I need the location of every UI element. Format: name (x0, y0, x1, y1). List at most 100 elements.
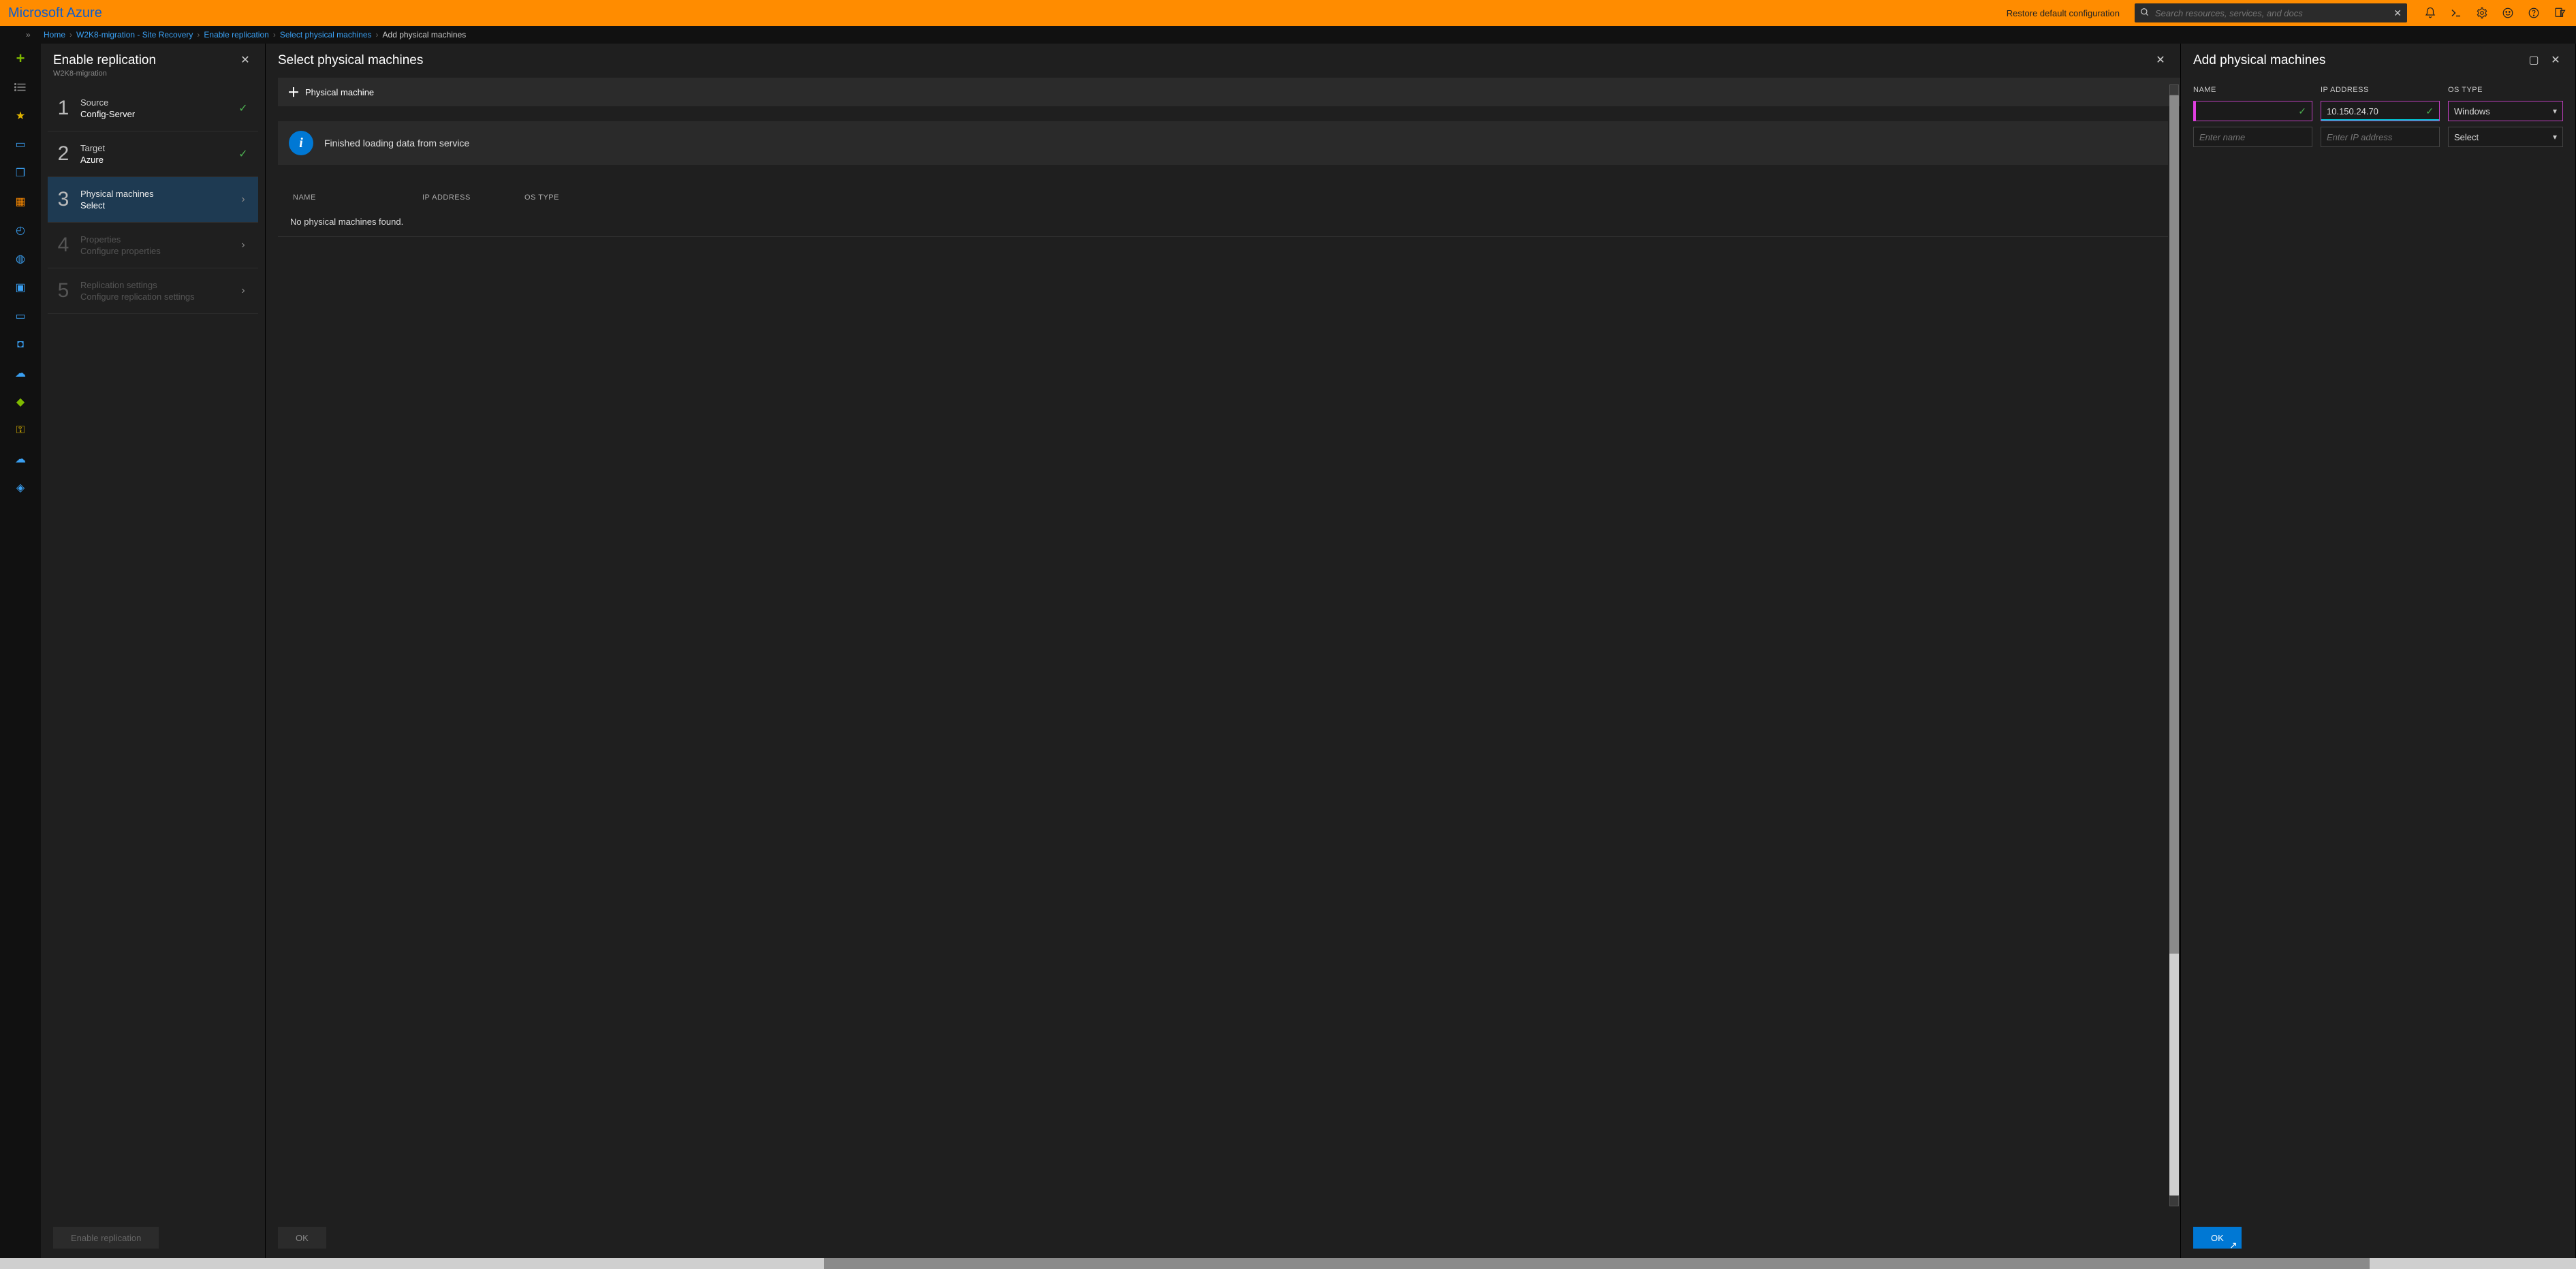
top-bar: Microsoft Azure Restore default configur… (0, 0, 2576, 26)
col-ip: IP ADDRESS (2321, 86, 2440, 94)
os-type-select[interactable]: Windows ▾ (2448, 101, 2563, 121)
chevron-right-icon: › (376, 30, 379, 40)
blades-container: Enable replication W2K8-migration ✕ 1 So… (41, 44, 2576, 1258)
breadcrumb-item-3[interactable]: Select physical machines (280, 30, 372, 40)
maximize-blade-icon[interactable]: ▢ (2526, 53, 2541, 67)
recent-icon[interactable]: ◴ (12, 222, 29, 238)
blade-title: Add physical machines (2193, 53, 2519, 68)
blade-title: Enable replication (53, 53, 231, 68)
step-number: 4 (56, 234, 71, 257)
enable-replication-button[interactable]: Enable replication (53, 1227, 159, 1249)
step-number: 5 (56, 279, 71, 302)
cloud-icon[interactable]: ☁ (12, 365, 29, 381)
blade-select-physical-machines: Select physical machines ✕ ＋ Physical ma… (266, 44, 2181, 1258)
resource-groups-icon[interactable]: ❒ (12, 165, 29, 181)
breadcrumb-current: Add physical machines (383, 30, 467, 40)
ip-input-new[interactable] (2321, 127, 2440, 147)
security-center-icon[interactable]: ◆ (12, 394, 29, 410)
chevron-right-icon: › (69, 30, 72, 40)
monitor-icon[interactable]: ▭ (12, 308, 29, 324)
close-blade-icon[interactable]: ✕ (2153, 53, 2168, 67)
add-physical-machine-button[interactable]: ＋ Physical machine (278, 78, 2180, 106)
info-icon: i (289, 131, 313, 155)
notifications-icon[interactable] (2418, 0, 2443, 26)
scroll-thumb[interactable] (824, 1258, 2370, 1269)
restore-default-config-link[interactable]: Restore default configuration (2000, 8, 2126, 18)
machine-table-header: NAME IP ADDRESS OS TYPE (266, 187, 2180, 207)
ok-button[interactable]: OK (2193, 1227, 2242, 1249)
create-resource-icon[interactable]: + (12, 50, 29, 67)
os-value: Windows (2454, 106, 2490, 116)
scroll-down-icon[interactable] (2169, 1195, 2179, 1206)
chevron-right-icon: › (236, 285, 250, 297)
plus-icon: ＋ (287, 83, 300, 101)
workspace: + ★ ▭ ❒ ▦ ◴ ◍ ▣ ▭ ◘ ☁ ◆ ⚿ ☁ ◈ Enable rep… (0, 44, 2576, 1258)
machine-row-new: Select ▾ (2181, 127, 2575, 153)
breadcrumb-home[interactable]: Home (44, 30, 65, 40)
breadcrumb-item-2[interactable]: Enable replication (204, 30, 268, 40)
step-physical-machines[interactable]: 3 Physical machines Select › (48, 177, 258, 223)
chevron-down-icon: ▾ (2553, 132, 2557, 142)
scroll-thumb[interactable] (2169, 95, 2179, 954)
blade-title: Select physical machines (278, 53, 2146, 68)
col-name: NAME (293, 193, 422, 202)
breadcrumb-expand-icon[interactable]: » (26, 30, 31, 40)
step-source[interactable]: 1 Source Config-Server ✓ (48, 86, 258, 131)
step-replication-settings[interactable]: 5 Replication settings Configure replica… (48, 268, 258, 314)
cloud-shell-icon[interactable] (2444, 0, 2468, 26)
vertical-scrollbar[interactable] (2169, 84, 2179, 1206)
scroll-up-icon[interactable] (2169, 84, 2179, 95)
horizontal-scrollbar[interactable] (0, 1258, 2576, 1269)
virtual-machines-icon[interactable]: ▣ (12, 279, 29, 296)
ip-input[interactable]: 10.150.24.70 ✓ (2321, 101, 2440, 121)
search-icon (2140, 7, 2150, 19)
close-blade-icon[interactable]: ✕ (238, 53, 253, 67)
name-input[interactable]: ✓ (2193, 101, 2312, 121)
brand-label: Microsoft Azure (8, 5, 102, 21)
step-value: Configure properties (80, 246, 227, 256)
close-blade-icon[interactable]: ✕ (2548, 53, 2563, 67)
ip-value: 10.150.24.70 (2327, 106, 2378, 116)
os-type-select-new[interactable]: Select ▾ (2448, 127, 2563, 147)
step-number: 1 (56, 97, 71, 120)
azure-ad-icon[interactable]: ◈ (12, 480, 29, 496)
info-banner-text: Finished loading data from service (324, 138, 469, 148)
network-icon[interactable]: ◍ (12, 251, 29, 267)
col-os: OS TYPE (524, 193, 2168, 202)
top-icon-bar (2418, 0, 2572, 26)
dashboard-icon[interactable]: ▭ (12, 136, 29, 153)
step-number: 2 (56, 142, 71, 166)
step-label: Replication settings (80, 280, 227, 290)
chevron-right-icon: › (236, 193, 250, 206)
global-search[interactable]: ✕ (2135, 3, 2407, 22)
info-banner: i Finished loading data from service (278, 121, 2168, 165)
col-os: OS TYPE (2448, 86, 2563, 94)
clear-search-icon[interactable]: ✕ (2393, 7, 2402, 19)
chevron-right-icon: › (236, 239, 250, 251)
storage-icon[interactable]: ☁ (12, 451, 29, 467)
key-vaults-icon[interactable]: ⚿ (12, 422, 29, 439)
favorites-icon[interactable]: ★ (12, 108, 29, 124)
directory-filter-icon[interactable] (2547, 0, 2572, 26)
chevron-right-icon: › (273, 30, 276, 40)
ok-button[interactable]: OK (278, 1227, 326, 1249)
check-icon: ✓ (236, 147, 250, 161)
feedback-smile-icon[interactable] (2496, 0, 2520, 26)
all-services-icon[interactable] (12, 79, 29, 95)
step-value: Config-Server (80, 109, 227, 119)
step-value: Configure replication settings (80, 292, 227, 302)
global-search-input[interactable] (2155, 8, 2388, 18)
ip-field[interactable] (2327, 132, 2434, 142)
help-icon[interactable] (2522, 0, 2546, 26)
sql-databases-icon[interactable]: ◘ (12, 336, 29, 353)
name-field[interactable] (2199, 132, 2306, 142)
settings-gear-icon[interactable] (2470, 0, 2494, 26)
app-services-icon[interactable]: ▦ (12, 193, 29, 210)
breadcrumb-item-1[interactable]: W2K8-migration - Site Recovery (76, 30, 193, 40)
step-value: Azure (80, 155, 227, 165)
name-input-new[interactable] (2193, 127, 2312, 147)
step-target[interactable]: 2 Target Azure ✓ (48, 131, 258, 177)
step-label: Target (80, 143, 227, 153)
col-name: NAME (2193, 86, 2312, 94)
step-properties[interactable]: 4 Properties Configure properties › (48, 223, 258, 268)
